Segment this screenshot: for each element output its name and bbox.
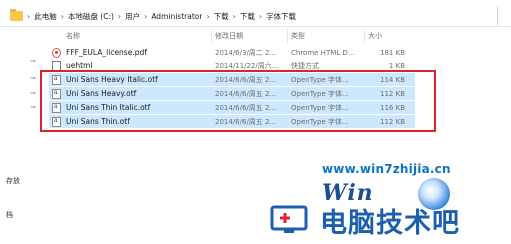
breadcrumb-item-downloads-sub[interactable]: 下载 — [240, 11, 255, 22]
chevron-right-icon: › — [27, 11, 31, 21]
chevron-right-icon: › — [117, 11, 122, 21]
address-bar[interactable]: › 此电脑 › 本地磁盘 (C:) › 用户 › Administrator ›… — [0, 7, 511, 25]
file-type: Chrome HTML D... — [291, 48, 355, 57]
pin-icon[interactable]: ⊸ — [30, 89, 38, 97]
file-size: 181 KB — [380, 48, 405, 57]
divider — [0, 26, 511, 27]
file-row[interactable]: FFF_EULA_license.pdf 2014/6/3/周二 2... Ch… — [49, 46, 415, 59]
breadcrumb-item-administrator[interactable]: Administrator — [151, 12, 202, 21]
file-name: FFF_EULA_license.pdf — [66, 48, 147, 57]
folder-icon — [10, 9, 23, 21]
chevron-right-icon: › — [258, 11, 263, 21]
breadcrumb-item-this-pc[interactable]: 此电脑 — [34, 11, 57, 22]
file-date: 2014/6/3/周二 2... — [215, 48, 277, 57]
column-divider[interactable] — [287, 29, 288, 43]
file-size: 1 KB — [388, 61, 405, 70]
nav-item[interactable]: 存放 — [6, 176, 20, 186]
column-header-name[interactable]: 名称 — [66, 29, 80, 43]
column-divider[interactable] — [211, 29, 212, 43]
pin-icon[interactable]: ⊸ — [30, 74, 38, 82]
breadcrumb-item-downloads[interactable]: 下载 — [214, 11, 229, 22]
file-date: 2014/11/22/周六... — [215, 61, 279, 70]
highlight-box — [40, 70, 436, 132]
breadcrumb-item-users[interactable]: 用户 — [125, 11, 140, 22]
column-header-type[interactable]: 类型 — [291, 29, 305, 43]
file-type: 快捷方式 — [291, 61, 319, 70]
address-bar-dropdown[interactable] — [497, 7, 511, 25]
column-divider[interactable] — [364, 29, 365, 43]
chevron-right-icon: › — [206, 11, 210, 21]
chevron-right-icon: › — [232, 11, 236, 21]
file-name: uehtml — [66, 61, 93, 70]
column-header-date[interactable]: 修改日期 — [215, 29, 243, 43]
pin-icon[interactable]: ⊸ — [30, 103, 38, 111]
chevron-right-icon: › — [144, 11, 148, 21]
column-header-size[interactable]: 大小 — [368, 29, 382, 43]
nav-item[interactable]: 档 — [6, 210, 13, 220]
breadcrumb-item-local-disk[interactable]: 本地磁盘 (C:) — [68, 11, 114, 22]
monitor-icon — [270, 205, 308, 233]
watermark-url: www.win7zhijia.cn — [322, 162, 451, 176]
watermark-slogan: 电脑技术吧 — [320, 208, 460, 239]
pdf-icon — [52, 48, 61, 58]
pin-icon[interactable]: ⊸ — [30, 57, 38, 65]
breadcrumb-item-font-downloads[interactable]: 字体下载 — [266, 11, 296, 22]
chevron-right-icon: › — [60, 11, 64, 21]
